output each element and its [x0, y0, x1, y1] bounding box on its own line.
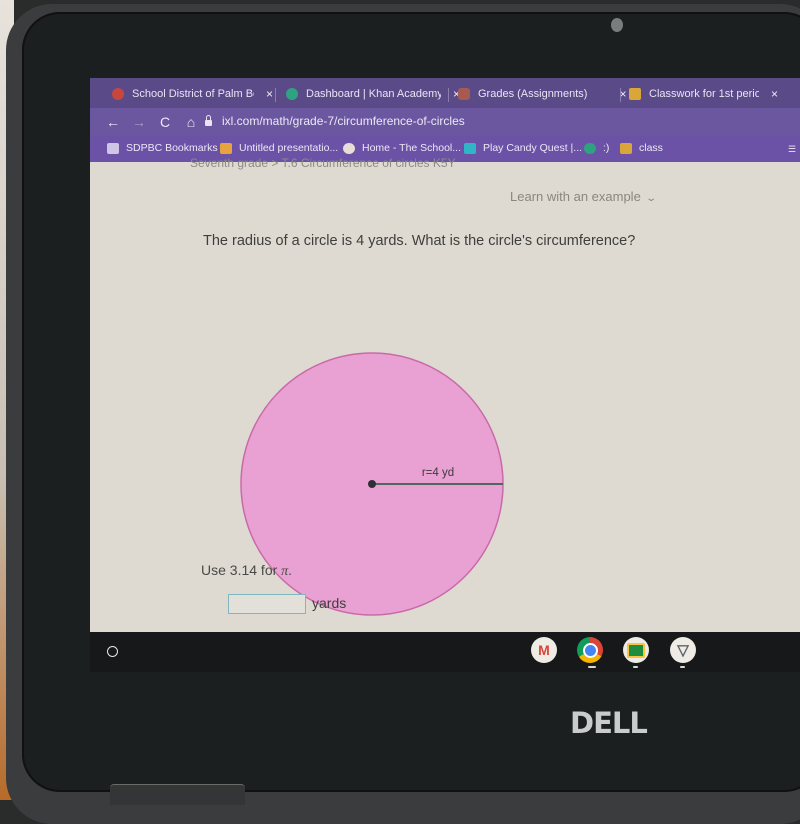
bookmark-home-school[interactable]: Home - The School...: [343, 142, 461, 154]
classroom-glyph: [627, 642, 645, 658]
grades-favicon: [458, 88, 470, 100]
url-text[interactable]: ixl.com/math/grade-7/circumference-of-ci…: [222, 114, 465, 128]
reload-button[interactable]: C: [152, 114, 178, 130]
center-point: [368, 480, 376, 488]
ixl-page: Seventh grade > T.6 Circumference of cir…: [90, 156, 800, 632]
tab-classroom[interactable]: Classwork for 1st period 7th ×: [621, 82, 778, 106]
forward-button[interactable]: →: [126, 114, 152, 130]
tab-title: Dashboard | Khan Academy: [306, 88, 441, 100]
question-text: The radius of a circle is 4 yards. What …: [203, 233, 636, 249]
close-icon[interactable]: ×: [266, 87, 273, 101]
bookmark-label: Untitled presentatio...: [239, 142, 339, 154]
tab-school-district[interactable]: School District of Palm Bea ×: [104, 82, 273, 106]
tab-title: School District of Palm Bea: [132, 88, 254, 100]
lock-icon: [205, 115, 212, 126]
learn-link-label: Learn with an example: [510, 189, 641, 204]
answer-unit: yards: [312, 595, 347, 611]
bookmark-label: class: [639, 142, 663, 154]
google-classroom-favicon: [629, 88, 641, 100]
google-classroom-icon: [620, 142, 632, 154]
khan-academy-favicon: [286, 88, 298, 100]
folder-icon: [107, 142, 119, 154]
chromebook-screen: School District of Palm Bea × Dashboard …: [90, 78, 800, 672]
tab-grades[interactable]: Grades (Assignments) ×: [450, 82, 626, 106]
bookmark-label: :): [603, 142, 610, 154]
school-district-favicon: [112, 88, 124, 100]
bookmark-label: Home - The School...: [362, 142, 462, 154]
tab-separator: [275, 88, 276, 102]
tab-title: Classwork for 1st period 7th: [649, 88, 759, 100]
google-slides-icon: [220, 142, 232, 154]
hint-period: .: [288, 562, 293, 578]
securly-app-icon[interactable]: ▽: [670, 637, 696, 663]
laptop-hinge: [110, 784, 245, 805]
radius-label: r=4 yd: [422, 467, 454, 479]
bookmark-untitled-presentation[interactable]: Untitled presentatio...: [220, 142, 338, 154]
school-icon: [343, 142, 355, 154]
bookmark-label: SDPBC Bookmarks: [126, 142, 218, 154]
bookmark-class[interactable]: class: [620, 142, 663, 154]
gmail-app-icon[interactable]: M: [531, 637, 557, 663]
learn-with-example-link[interactable]: Learn with an example ⌄: [510, 189, 657, 204]
tab-title: Grades (Assignments): [478, 88, 588, 100]
webcam: [611, 18, 623, 32]
google-classroom-app-icon[interactable]: [623, 637, 649, 663]
blooket-icon: [464, 142, 476, 154]
hint-text: Use 3.14 for: [201, 562, 282, 578]
address-bar[interactable]: ixl.com/math/grade-7/circumference-of-ci…: [205, 110, 725, 132]
chrome-center: [582, 642, 598, 658]
chrome-app-icon[interactable]: [577, 637, 603, 663]
reading-list-icon[interactable]: ☰: [788, 144, 796, 155]
bookmark-smiley[interactable]: :): [584, 142, 609, 154]
bookmark-sdpbc[interactable]: SDPBC Bookmarks: [107, 142, 218, 154]
bookmark-label: Play Candy Quest |...: [483, 142, 583, 154]
breadcrumb[interactable]: Seventh grade > T.6 Circumference of cir…: [190, 156, 456, 170]
running-indicator: [680, 666, 685, 668]
chromeos-shelf: M ▽: [90, 632, 800, 672]
tab-khan-academy[interactable]: Dashboard | Khan Academy ×: [278, 82, 460, 106]
running-indicator: [633, 666, 638, 668]
dell-logo: DELL: [570, 706, 648, 740]
running-indicator: [588, 666, 596, 668]
browser-toolbar: ← → C ⌂ ixl.com/math/grade-7/circumferen…: [90, 108, 800, 136]
launcher-button[interactable]: [100, 639, 124, 663]
bookmark-play-candy-quest[interactable]: Play Candy Quest |...: [464, 142, 582, 154]
pi-hint: Use 3.14 for π.: [201, 562, 292, 580]
answer-input[interactable]: [228, 594, 306, 614]
tab-strip: School District of Palm Bea × Dashboard …: [90, 78, 800, 108]
close-icon[interactable]: ×: [771, 87, 778, 101]
launcher-icon: [106, 645, 118, 657]
chevron-down-icon: ⌄: [645, 193, 657, 204]
khan-academy-icon: [584, 142, 596, 154]
tab-separator: [448, 88, 449, 102]
back-button[interactable]: ←: [100, 114, 126, 130]
home-button[interactable]: ⌂: [178, 114, 204, 130]
